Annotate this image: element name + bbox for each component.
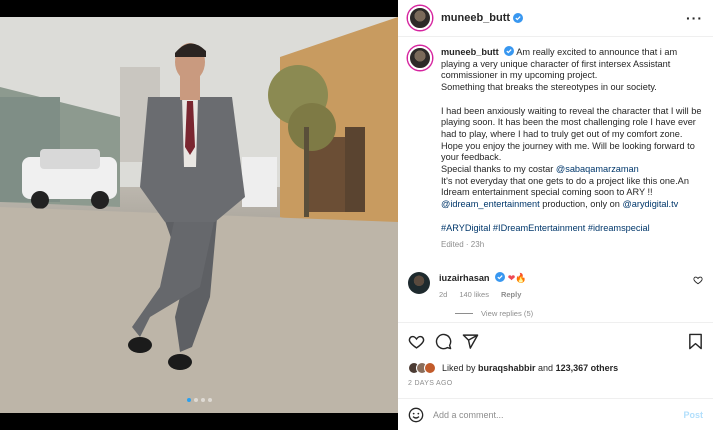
comment-like-heart-icon[interactable] <box>693 275 703 285</box>
avatar <box>424 362 436 374</box>
caption-text-span: Special thanks to my costar <box>441 164 556 175</box>
liker-avatars[interactable] <box>408 362 436 374</box>
add-comment-input[interactable] <box>433 409 684 420</box>
caption: muneeb_butt Am really excited to announc… <box>408 46 703 251</box>
liked-by-text: Liked by buraqshabbir and 123,367 others <box>442 363 618 373</box>
carousel-dot[interactable] <box>200 398 205 402</box>
hashtags[interactable]: #ARYDigital #IDreamEntertainment #idream… <box>441 223 703 235</box>
avatar[interactable] <box>408 46 432 70</box>
carousel-dot[interactable] <box>193 398 198 402</box>
comment-item: iuzairhasan ❤🔥 2d 140 likes Reply <box>408 271 703 299</box>
post-side-panel: muneeb_butt ··· muneeb_butt Am really ex… <box>398 0 713 430</box>
likes-summary: Liked by buraqshabbir and 123,367 others <box>408 362 703 374</box>
post-author-username[interactable]: muneeb_butt <box>441 12 510 24</box>
mention-link[interactable]: @arydigital.tv <box>622 199 678 209</box>
emoji-smiley-icon[interactable] <box>408 407 424 423</box>
caption-username[interactable]: muneeb_butt <box>441 47 499 57</box>
view-replies-button[interactable]: View replies (5) <box>455 309 703 318</box>
post-media[interactable] <box>0 0 398 430</box>
caption-line: I had been anxiously waiting to reveal t… <box>441 105 702 163</box>
caption-text: muneeb_butt Am really excited to announc… <box>441 46 703 251</box>
carousel-dot[interactable] <box>186 398 191 402</box>
caption-text-span: production, only on <box>539 199 623 210</box>
caption-blank <box>441 211 703 223</box>
comment-likes[interactable]: 140 likes <box>459 290 489 299</box>
verified-badge-icon <box>513 13 524 23</box>
view-replies-label: View replies (5) <box>481 308 534 318</box>
save-bookmark-icon[interactable] <box>688 333 703 350</box>
caption-line: Something that breaks the stereotypes in… <box>441 82 657 93</box>
liked-by-and: and <box>535 363 556 373</box>
replies-divider <box>455 312 473 314</box>
action-icons <box>408 333 703 350</box>
liked-by-user[interactable]: buraqshabbir <box>478 363 536 373</box>
comment-body: iuzairhasan ❤🔥 2d 140 likes Reply <box>439 271 527 299</box>
caption-costar-line: Special thanks to my costar @sabaqamarza… <box>441 164 703 176</box>
mention-link[interactable]: @sabaqamarzaman <box>556 164 639 174</box>
carousel-dot[interactable] <box>207 398 212 402</box>
edited-timestamp: Edited · 23h <box>441 240 485 250</box>
reply-button[interactable]: Reply <box>501 290 521 299</box>
mention-link[interactable]: @idream_entertainment <box>441 199 540 209</box>
more-options-icon[interactable]: ··· <box>686 10 703 26</box>
add-comment-bar: Post <box>398 398 713 430</box>
caption-production-line: @idream_entertainment production, only o… <box>441 199 703 211</box>
carousel-dots <box>0 398 398 402</box>
comments-section: muneeb_butt Am really excited to announc… <box>398 38 713 320</box>
avatar[interactable] <box>408 271 430 294</box>
post-photo[interactable] <box>0 17 398 413</box>
post-comment-button[interactable]: Post <box>683 410 703 420</box>
comment-bubble-icon[interactable] <box>435 333 452 350</box>
post-header: muneeb_butt ··· <box>398 0 713 37</box>
caption-blank <box>441 94 703 106</box>
photo-illustration <box>0 17 398 413</box>
post-actions: Liked by buraqshabbir and 123,367 others… <box>398 322 713 387</box>
caption-line: It's not everyday that one gets to do a … <box>441 175 689 198</box>
avatar[interactable] <box>408 6 432 30</box>
liked-by-others[interactable]: 123,367 others <box>556 363 619 373</box>
share-paper-plane-icon[interactable] <box>462 333 479 350</box>
verified-badge-icon <box>504 46 515 56</box>
comment-username[interactable]: iuzairhasan <box>439 273 490 283</box>
liked-by-prefix: Liked by <box>442 363 479 373</box>
comment-emojis: ❤🔥 <box>507 272 527 283</box>
verified-badge-icon <box>495 271 506 282</box>
post-date[interactable]: 2 DAYS AGO <box>408 380 703 387</box>
comment-meta: 2d 140 likes Reply <box>439 290 527 299</box>
like-heart-icon[interactable] <box>408 333 425 350</box>
comment-time[interactable]: 2d <box>439 290 447 299</box>
